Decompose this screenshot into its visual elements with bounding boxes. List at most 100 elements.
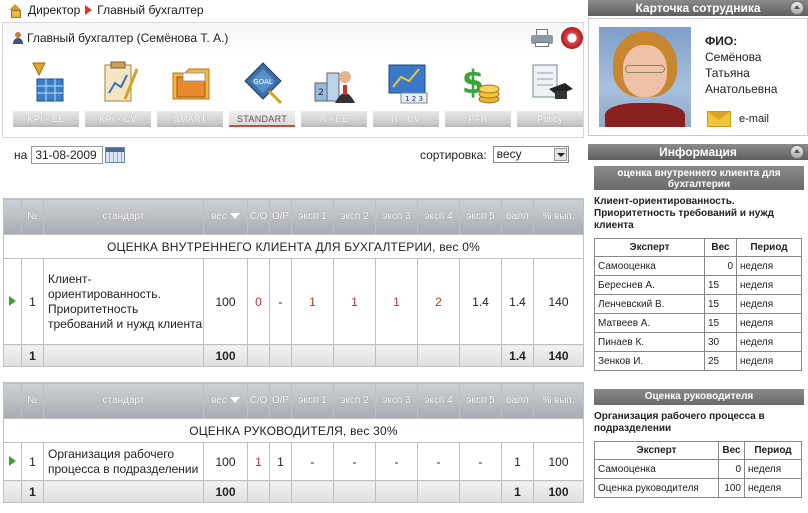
- play-icon[interactable]: [9, 455, 16, 466]
- breadcrumb-root[interactable]: Директор: [28, 3, 80, 17]
- cell-pct: 100: [533, 442, 584, 481]
- sort-select[interactable]: весу: [492, 146, 569, 163]
- fio-label: ФИО:: [705, 34, 738, 48]
- header-e4[interactable]: эксп 4: [417, 198, 460, 235]
- date-label: на: [14, 148, 28, 162]
- toolbar-item-r-cv[interactable]: 1 2 3 R - CV: [371, 57, 441, 137]
- section-title-row: ОЦЕНКА ВНУТРЕННЕГО КЛИЕНТА ДЛЯ БУХГАЛТЕР…: [3, 234, 584, 259]
- date-input[interactable]: 31-08-2009: [31, 146, 104, 164]
- info-block2-criterion: Организация рабочего процесса в подразде…: [594, 411, 765, 434]
- folder-icon: [172, 68, 210, 100]
- header-num[interactable]: №: [21, 382, 44, 419]
- header-score[interactable]: балл: [501, 198, 534, 235]
- table-row[interactable]: 1 Клиент-ориентированность. Приоритетнос…: [3, 258, 584, 345]
- weight-col: Вес: [718, 441, 745, 460]
- header-pct[interactable]: % вып.: [533, 382, 584, 419]
- header-or[interactable]: О/Р: [269, 198, 292, 235]
- header-weight[interactable]: вес: [203, 382, 248, 419]
- info-block1-heading: оценка внутреннего клиента для бухгалтер…: [594, 166, 804, 190]
- header-e3[interactable]: эксп 3: [375, 382, 418, 419]
- cell-e2[interactable]: 1: [333, 258, 376, 345]
- breadcrumb-current: Главный бухгалтер: [97, 3, 204, 17]
- card-title: Карточка сотрудника: [635, 1, 761, 15]
- header-standard[interactable]: стандарт: [43, 382, 204, 419]
- bar-chart-icon: 1 2 3: [388, 64, 428, 104]
- toolbar-label: KPI - EE: [13, 111, 79, 127]
- close-icon[interactable]: [561, 27, 583, 49]
- kpi-chart-icon: [32, 62, 64, 102]
- cell-standard[interactable]: Клиент-ориентированность. Приоритетность…: [43, 258, 204, 345]
- row-expand[interactable]: [3, 442, 22, 481]
- toolbar-label: Policy: [517, 111, 583, 127]
- section-title-row: ОЦЕНКА РУКОВОДИТЕЛЯ, вес 30%: [3, 418, 584, 443]
- period-col: Период: [736, 238, 802, 257]
- header-e3[interactable]: эксп 3: [375, 198, 418, 235]
- collapse-icon[interactable]: [790, 1, 804, 15]
- info-header: Информация: [588, 144, 808, 160]
- header-standard[interactable]: стандарт: [43, 198, 204, 235]
- diploma-icon: [532, 64, 573, 99]
- header-e4[interactable]: эксп 4: [417, 382, 460, 419]
- chevron-down-icon[interactable]: [553, 148, 567, 161]
- cell-standard[interactable]: Организация рабочего процесса в подразде…: [43, 442, 204, 481]
- print-icon[interactable]: [531, 29, 553, 47]
- total-score: 1: [501, 480, 534, 503]
- employee-fio: ФИО: Семёнова Татьяна Анатольевна: [705, 33, 777, 97]
- toolbar-item-r-ee[interactable]: 2 R - EE: [299, 57, 369, 137]
- row-expand[interactable]: [3, 258, 22, 345]
- list-item: Самооценка 0 неделя: [594, 459, 802, 479]
- cell-e4[interactable]: 2: [417, 258, 460, 345]
- collapse-icon[interactable]: [790, 145, 804, 159]
- toolbar-item-smart[interactable]: SMART: [155, 57, 225, 137]
- list-item: Оценка руководителя 100 неделя: [594, 478, 802, 498]
- header-so[interactable]: С/О: [247, 198, 270, 235]
- header-so[interactable]: С/О: [247, 382, 270, 419]
- toolbar-item-policy[interactable]: Policy: [515, 57, 585, 137]
- header-score[interactable]: балл: [501, 382, 534, 419]
- period-col: Период: [744, 441, 802, 460]
- email-link[interactable]: e-mail: [707, 111, 769, 127]
- card-header: Карточка сотрудника: [588, 0, 808, 16]
- fio-name: Татьяна: [705, 66, 750, 80]
- info-title: Информация: [659, 145, 737, 159]
- header-weight[interactable]: вес: [203, 198, 248, 235]
- toolbar-item-kpi-ee[interactable]: KPI - EE: [11, 57, 81, 137]
- calendar-icon[interactable]: [105, 147, 126, 163]
- cell-e2[interactable]: -: [333, 442, 376, 481]
- toolbar-panel: Главный бухгалтер (Семёнова Т. А.) KPI -…: [2, 22, 584, 138]
- employee-card: ФИО: Семёнова Татьяна Анатольевна e-mail: [588, 18, 808, 136]
- cell-e1[interactable]: 1: [291, 258, 334, 345]
- cell-e1[interactable]: -: [291, 442, 334, 481]
- header-e5[interactable]: эксп 5: [459, 198, 502, 235]
- toolbar-label: R - CV: [373, 111, 439, 127]
- cell-weight: 100: [203, 442, 248, 481]
- header-num[interactable]: №: [21, 198, 44, 235]
- experts-header: Эксперт Вес Период: [594, 238, 802, 257]
- table-row[interactable]: 1 Организация рабочего процесса в подраз…: [3, 442, 584, 481]
- fio-surname: Семёнова: [705, 50, 762, 64]
- play-icon[interactable]: [9, 295, 16, 306]
- header-e1[interactable]: эксп 1: [291, 198, 334, 235]
- toolbar-item-standart[interactable]: GOAL STANDART: [227, 57, 297, 137]
- header-pct[interactable]: % вып.: [533, 198, 584, 235]
- toolbar-item-kpi-cv[interactable]: KPI - CV: [83, 57, 153, 137]
- cell-e4[interactable]: -: [417, 442, 460, 481]
- cell-e3[interactable]: -: [375, 442, 418, 481]
- email-label[interactable]: e-mail: [739, 113, 769, 125]
- envelope-icon[interactable]: [707, 111, 731, 127]
- header-e1[interactable]: эксп 1: [291, 382, 334, 419]
- cell-e3[interactable]: 1: [375, 258, 418, 345]
- section-title: ОЦЕНКА ВНУТРЕННЕГО КЛИЕНТА ДЛЯ БУХГАЛТЕР…: [3, 234, 584, 259]
- fio-patronymic: Анатольевна: [705, 82, 778, 96]
- total-score: 1.4: [501, 344, 534, 367]
- header-e2[interactable]: эксп 2: [333, 382, 376, 419]
- header-e2[interactable]: эксп 2: [333, 198, 376, 235]
- header-e5[interactable]: эксп 5: [459, 382, 502, 419]
- home-icon[interactable]: [8, 4, 22, 18]
- money-icon: $: [462, 63, 500, 104]
- user-line: Главный бухгалтер (Семёнова Т. А.): [13, 31, 228, 45]
- toolbar-item-pfr[interactable]: $ PFR: [443, 57, 513, 137]
- header-or[interactable]: О/Р: [269, 382, 292, 419]
- experts-header: Эксперт Вес Период: [594, 441, 802, 460]
- total-weight: 100: [203, 480, 248, 503]
